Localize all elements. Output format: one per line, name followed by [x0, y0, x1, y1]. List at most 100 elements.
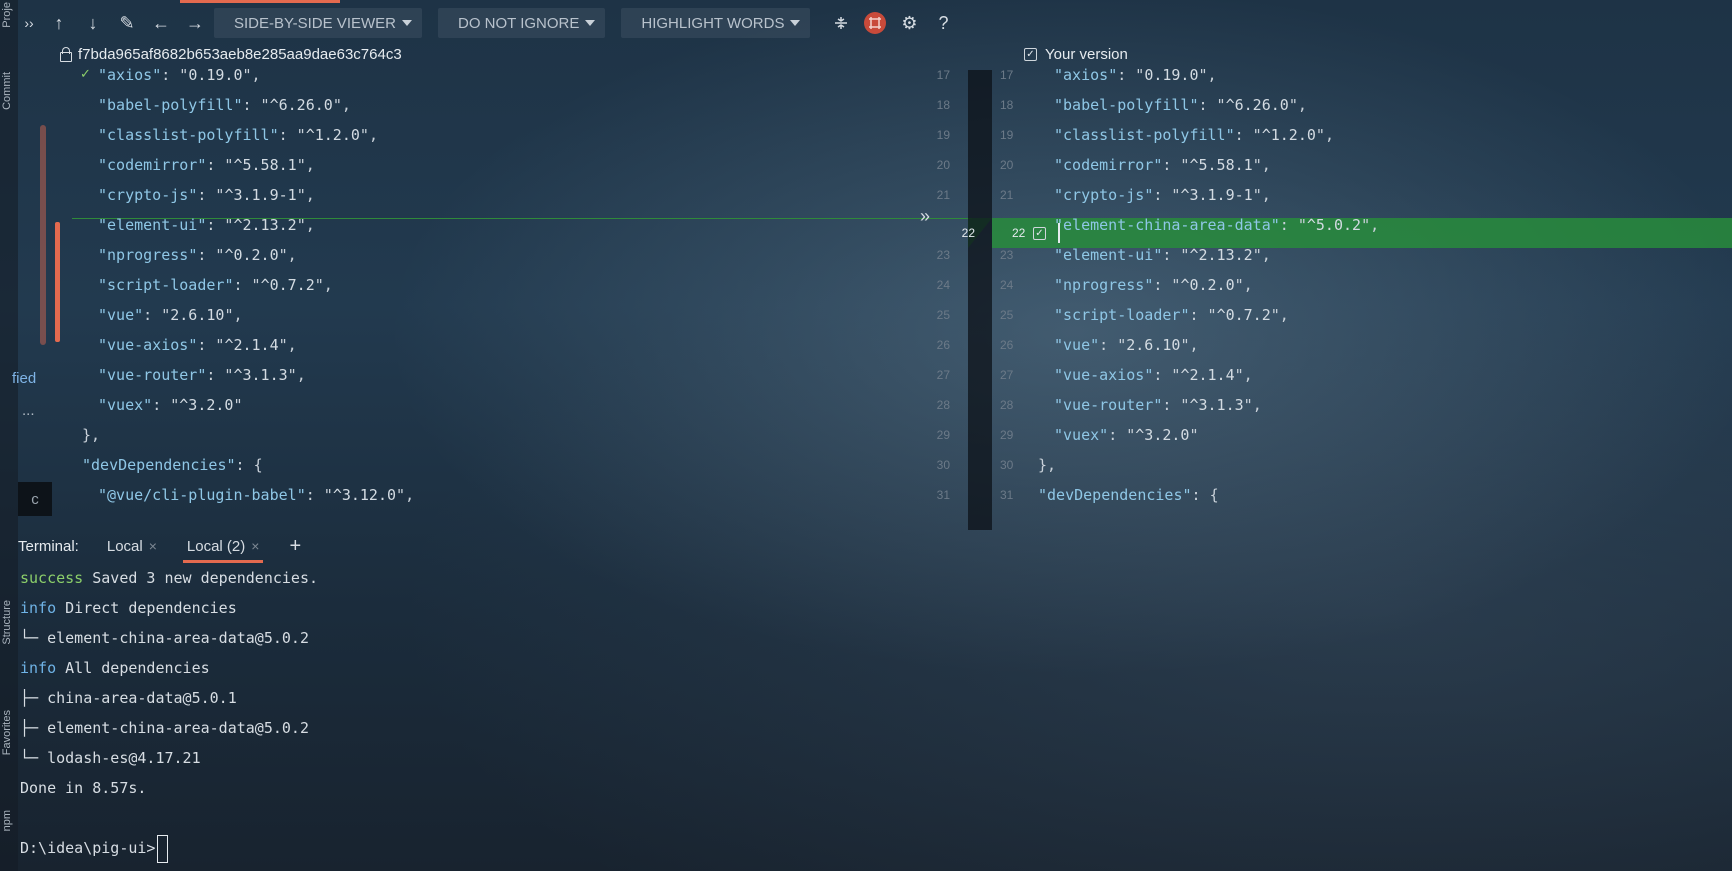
code-line: "codemirror": "^5.58.1", [1054, 150, 1271, 180]
code-colon: : " [242, 96, 270, 114]
code-key: vue-router [107, 366, 198, 384]
viewer-mode-dropdown[interactable]: SIDE-BY-SIDE VIEWER [214, 8, 422, 38]
code-key-quote-close: " [226, 456, 236, 474]
code-key-quote-close: " [1270, 216, 1280, 234]
code-colon: : " [197, 186, 225, 204]
terminal-line-text: └─ element-china-area-data@5.0.2 [20, 629, 309, 647]
terminal-tab-bar: Terminal: Local × Local (2) × + [18, 530, 1732, 563]
collapse-unchanged-icon[interactable] [826, 8, 856, 38]
project-tool-label[interactable]: Proje [1, 2, 13, 28]
line-number: 27 [1000, 368, 1014, 382]
code-key: nprogress [107, 246, 189, 264]
code-key-quote-open: " [98, 246, 108, 264]
code-key-quote-close: " [134, 306, 144, 324]
code-punctuation: , [251, 66, 261, 84]
terminal-line-text: Direct dependencies [56, 599, 237, 617]
code-key: crypto-js [107, 186, 189, 204]
pane-divider[interactable] [968, 70, 992, 530]
close-icon[interactable]: × [149, 538, 157, 554]
code-quote-close: " [1252, 156, 1262, 174]
code-key-quote-open: " [98, 336, 108, 354]
code-line: "classlist-polyfill": "^1.2.0", [98, 120, 378, 150]
terminal-line: info Direct dependencies [20, 593, 237, 623]
line-number: 19 [1000, 128, 1014, 142]
terminal-line: └─ element-china-area-data@5.0.2 [20, 623, 309, 653]
code-key: axios [1063, 66, 1109, 84]
code-value: ^3.1.3 [233, 366, 288, 384]
code-key: codemirror [107, 156, 198, 174]
code-value: ^5.0.2 [1306, 216, 1362, 234]
code-quote-close: " [1234, 366, 1244, 384]
help-icon[interactable]: ? [928, 8, 958, 38]
terminal-title: Terminal: [18, 537, 79, 555]
terminal-tab-local-2[interactable]: Local (2) × [182, 538, 263, 563]
structure-tool-label[interactable]: Structure [1, 600, 13, 645]
code-punctuation: , [1324, 126, 1334, 144]
sync-scroll-icon[interactable] [860, 8, 890, 38]
code-punctuation: , [287, 336, 297, 354]
code-punctuation: }, [82, 426, 101, 444]
code-colon: : " [1108, 426, 1136, 444]
code-key-quote-open: " [1054, 276, 1064, 294]
code-line: "babel-polyfill": "^6.26.0", [98, 90, 351, 120]
code-punctuation: , [1261, 246, 1271, 264]
code-quote-close: " [296, 216, 306, 234]
terminal-tab-local[interactable]: Local × [107, 538, 157, 555]
code-key: @vue/cli-plugin-babel [107, 486, 297, 504]
viewer-mode-label: SIDE-BY-SIDE VIEWER [234, 14, 396, 32]
arrow-left-icon[interactable]: ← [146, 8, 176, 38]
arrow-right-icon[interactable]: → [180, 8, 210, 38]
code-key-quote-close: " [1144, 366, 1154, 384]
apply-change-icon[interactable]: » [920, 206, 930, 227]
code-punctuation: , [1261, 186, 1271, 204]
terminal-line-text: All dependencies [56, 659, 210, 677]
edit-pencil-icon[interactable]: ✎ [112, 8, 142, 38]
close-icon[interactable]: × [251, 538, 259, 554]
line-number: 31 [1000, 488, 1014, 502]
left-scrollbar[interactable] [40, 125, 46, 345]
code-value: ^0.7.2 [1216, 306, 1271, 324]
code-colon: : " [1162, 246, 1190, 264]
line-number: 17 [1000, 68, 1014, 82]
code-key: devDependencies [91, 456, 227, 474]
left-changed-line-number: 22 [961, 226, 975, 240]
expand-chevrons-icon[interactable]: ›› [18, 8, 40, 38]
code-line: "crypto-js": "^3.1.9-1", [98, 180, 315, 210]
code-punctuation: , [1243, 366, 1253, 384]
code-colon: : " [152, 396, 180, 414]
code-value: ^3.1.9-1 [224, 186, 297, 204]
terminal-cursor[interactable] [157, 834, 169, 863]
gear-icon[interactable]: ⚙ [894, 8, 924, 38]
code-value: ^5.58.1 [233, 156, 297, 174]
code-colon: : " [206, 216, 234, 234]
code-colon: : " [143, 306, 171, 324]
ignore-mode-dropdown[interactable]: DO NOT IGNORE [437, 8, 606, 38]
terminal-output[interactable]: success Saved 3 new dependencies. info Di… [18, 563, 1732, 871]
include-change-checkbox[interactable]: ✓ [1033, 227, 1046, 240]
code-key-quote-close: " [269, 126, 279, 144]
code-key-quote-close: " [296, 486, 306, 504]
code-key: classlist-polyfill [107, 126, 270, 144]
code-quote-close: " [332, 96, 342, 114]
highlight-mode-dropdown[interactable]: HIGHLIGHT WORDS [621, 8, 811, 38]
commit-tool-label[interactable]: Commit [1, 72, 13, 110]
code-colon: : " [197, 336, 225, 354]
arrow-down-icon[interactable]: ↓ [78, 8, 108, 38]
code-line: "script-loader": "^0.7.2", [98, 270, 333, 300]
terminal-line-prefix: info [20, 659, 57, 677]
code-quote-close: " [233, 396, 243, 414]
code-quote-close: " [1315, 126, 1325, 144]
code-line: "vuex": "^3.2.0" [98, 390, 243, 420]
code-key-quote-open: " [98, 306, 108, 324]
line-number: 18 [936, 98, 950, 112]
code-key: element-ui [1063, 246, 1154, 264]
add-terminal-icon[interactable]: + [289, 535, 301, 558]
line-number: 25 [936, 308, 950, 322]
code-quote-close: " [242, 66, 252, 84]
code-value: ^6.26.0 [269, 96, 333, 114]
npm-tool-label[interactable]: npm [1, 810, 13, 831]
favorites-tool-label[interactable]: Favorites [1, 710, 13, 755]
code-colon: : " [197, 246, 225, 264]
code-punctuation: , [233, 306, 243, 324]
arrow-up-icon[interactable]: ↑ [44, 8, 74, 38]
